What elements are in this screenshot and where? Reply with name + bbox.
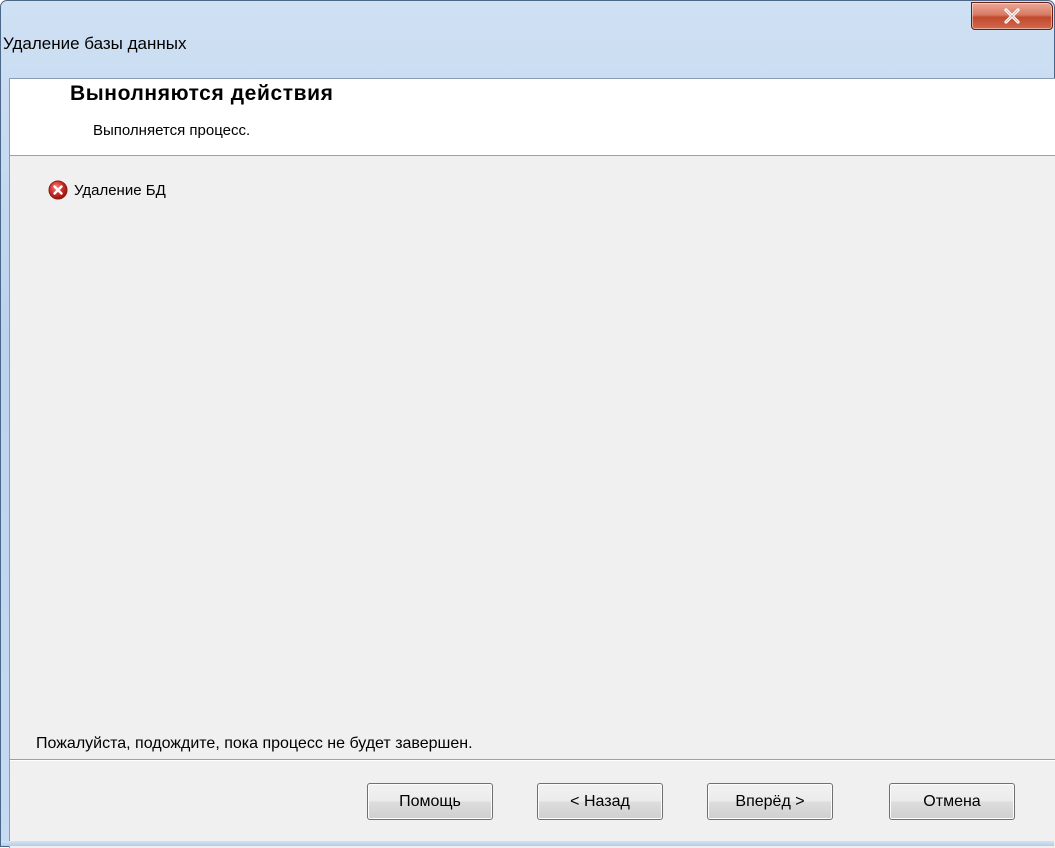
back-button[interactable]: < Назад [537,783,663,820]
title-bar[interactable] [1,1,1054,30]
close-icon [1004,8,1020,24]
task-label: Удаление БД [74,181,166,199]
wizard-header: Вынолняются действия Выполняется процесс… [10,79,1055,156]
window-bottom-frame [1,841,1054,846]
page-subtitle: Выполняется процесс. [93,122,251,139]
window-title: Удаление базы данных [3,34,187,53]
help-button[interactable]: Помощь [367,783,493,820]
wizard-client-area: Вынолняются действия Выполняется процесс… [9,78,1055,848]
error-icon [48,180,68,200]
close-button[interactable] [971,2,1053,30]
status-message: Пожалуйста, подождите, пока процесс не б… [36,735,473,752]
task-item: Удаление БД [48,179,166,201]
next-button[interactable]: Вперёд > [707,783,833,820]
cancel-button[interactable]: Отмена [889,783,1015,820]
dialog-window: Удаление базы данных Вынолняются действи… [0,0,1055,848]
footer-divider [10,759,1055,761]
page-title: Вынолняются действия [70,82,334,105]
